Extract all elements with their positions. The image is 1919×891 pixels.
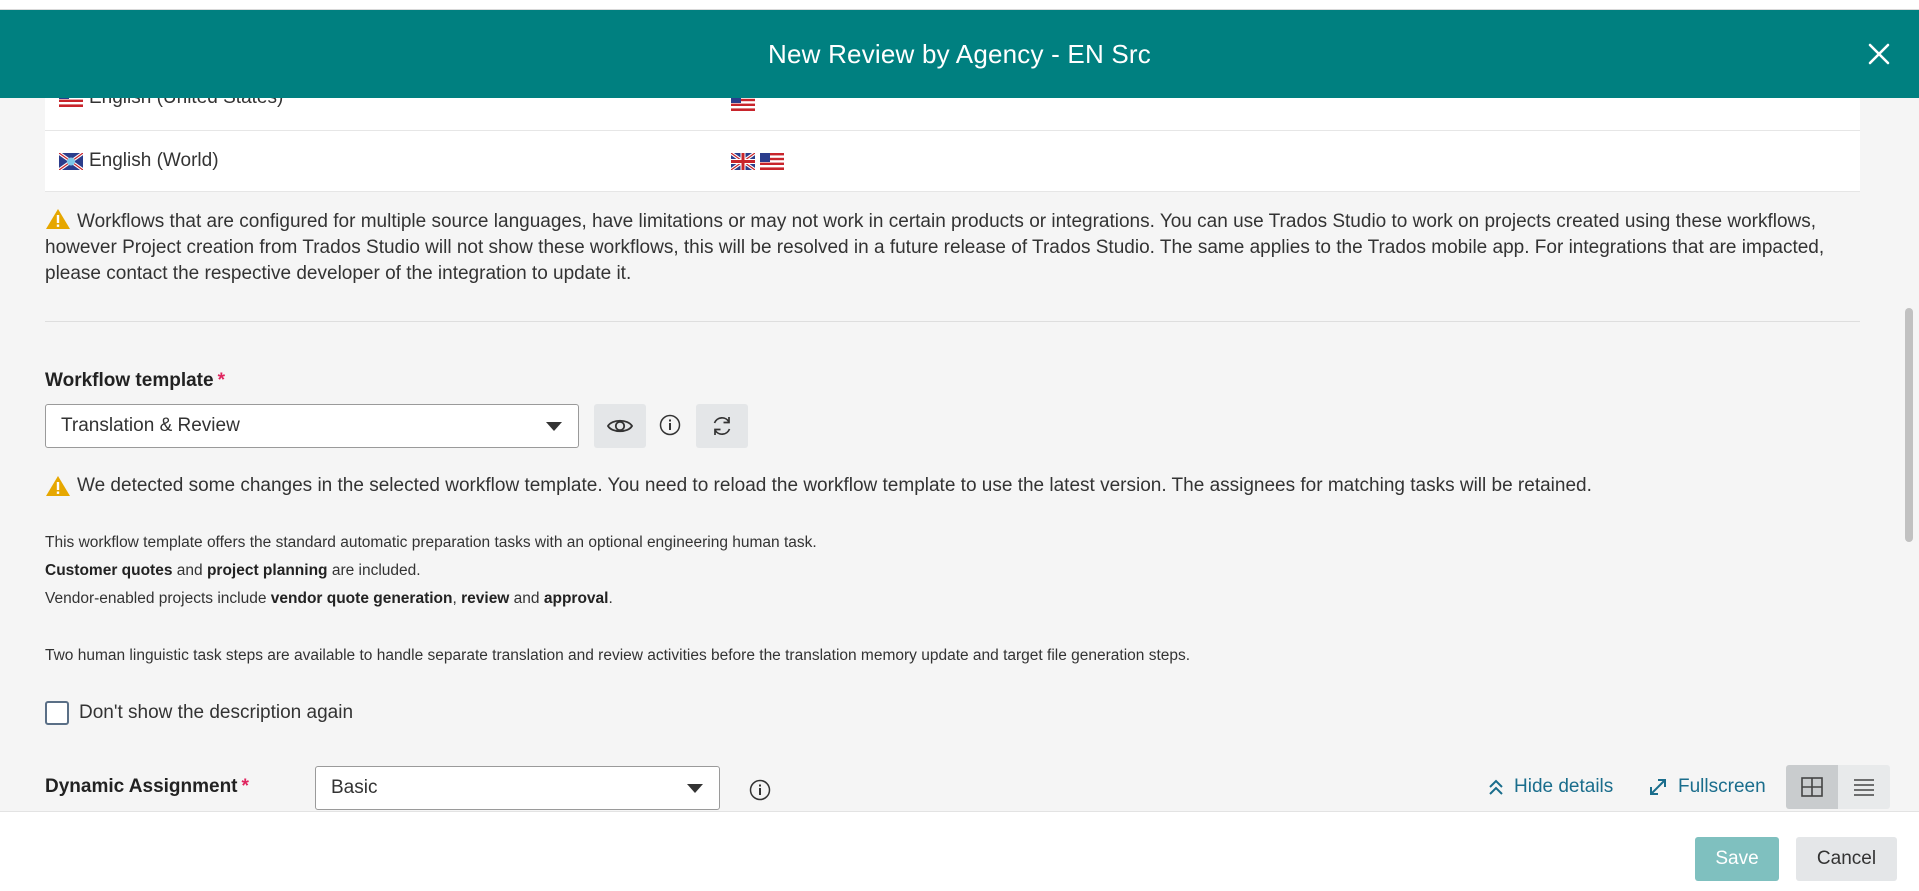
language-name: English (World) — [89, 150, 219, 171]
close-icon — [1868, 43, 1890, 65]
vertical-scrollbar[interactable] — [1900, 98, 1919, 811]
assignment-info-button[interactable] — [747, 777, 773, 803]
caret-down-icon — [687, 784, 703, 793]
info-icon — [749, 779, 771, 801]
us-flag-icon — [760, 152, 784, 170]
caret-down-icon — [546, 422, 562, 431]
workflow-template-value: Translation & Review — [61, 415, 240, 436]
dialog-header: New Review by Agency - EN Src — [0, 10, 1919, 98]
warning-text: Workflows that are configured for multip… — [45, 211, 1825, 284]
scrollbar-thumb[interactable] — [1905, 308, 1913, 542]
language-cell: English (World) — [59, 150, 219, 172]
warning-text: We detected some changes in the selected… — [77, 475, 1592, 496]
description-line: Vendor-enabled projects include vendor q… — [45, 590, 613, 607]
double-chevron-up-icon — [1489, 779, 1503, 795]
view-mode-toggle — [1786, 765, 1890, 809]
language-name: English (United States) — [89, 98, 283, 109]
us-flag-icon — [59, 98, 83, 107]
dialog-footer: Save Cancel — [0, 811, 1919, 891]
language-cell: English (United States) — [59, 98, 283, 109]
dont-show-checkbox[interactable] — [45, 701, 69, 725]
table-row: English (United States) — [45, 98, 1860, 131]
workflow-info-button[interactable] — [657, 412, 683, 438]
save-button[interactable]: Save — [1695, 837, 1779, 881]
us-flag-icon — [731, 98, 755, 111]
multi-source-warning: Workflows that are configured for multip… — [45, 208, 1865, 287]
cancel-button[interactable]: Cancel — [1796, 837, 1897, 881]
eye-icon — [607, 419, 633, 433]
info-icon — [659, 414, 681, 436]
workflow-template-select[interactable]: Translation & Review — [45, 404, 579, 448]
dynamic-assignment-value: Basic — [331, 777, 378, 798]
dont-show-description-row: Don't show the description again — [45, 701, 353, 725]
description-line: Two human linguistic task steps are avai… — [45, 647, 1191, 664]
world-flag-icon — [59, 152, 83, 170]
gb-flag-icon — [731, 152, 755, 170]
table-row: English (World) — [45, 131, 1860, 192]
required-mark: * — [217, 370, 225, 391]
grid-icon — [1801, 777, 1823, 797]
template-change-warning: We detected some changes in the selected… — [45, 475, 1592, 497]
refresh-icon — [713, 417, 731, 435]
source-languages-table: English (United States) Englis — [45, 98, 1860, 192]
dynamic-assignment-label: Dynamic Assignment * — [45, 776, 249, 797]
warning-icon — [46, 209, 70, 229]
fullscreen-button[interactable]: Fullscreen — [1648, 776, 1766, 798]
expand-icon — [1650, 779, 1666, 795]
dynamic-assignment-select[interactable]: Basic — [315, 766, 720, 810]
close-button[interactable] — [1861, 36, 1897, 72]
target-flags — [731, 98, 755, 111]
description-line: This workflow template offers the standa… — [45, 534, 817, 551]
description-line: Customer quotes and project planning are… — [45, 562, 421, 579]
workflow-template-label: Workflow template * — [45, 370, 225, 391]
divider — [45, 321, 1860, 322]
list-view-button[interactable] — [1838, 765, 1890, 809]
dialog-title: New Review by Agency - EN Src — [768, 38, 1151, 69]
dialog-body: English (United States) Englis — [0, 98, 1900, 811]
top-strip — [0, 0, 1919, 10]
warning-icon — [46, 476, 70, 496]
grid-view-button[interactable] — [1786, 765, 1838, 809]
dont-show-label: Don't show the description again — [79, 702, 354, 723]
target-flags — [731, 152, 784, 170]
hide-details-button[interactable]: Hide details — [1488, 776, 1613, 798]
preview-workflow-button[interactable] — [594, 404, 646, 448]
required-mark: * — [241, 776, 249, 797]
list-icon — [1854, 779, 1874, 796]
reload-workflow-button[interactable] — [696, 404, 748, 448]
